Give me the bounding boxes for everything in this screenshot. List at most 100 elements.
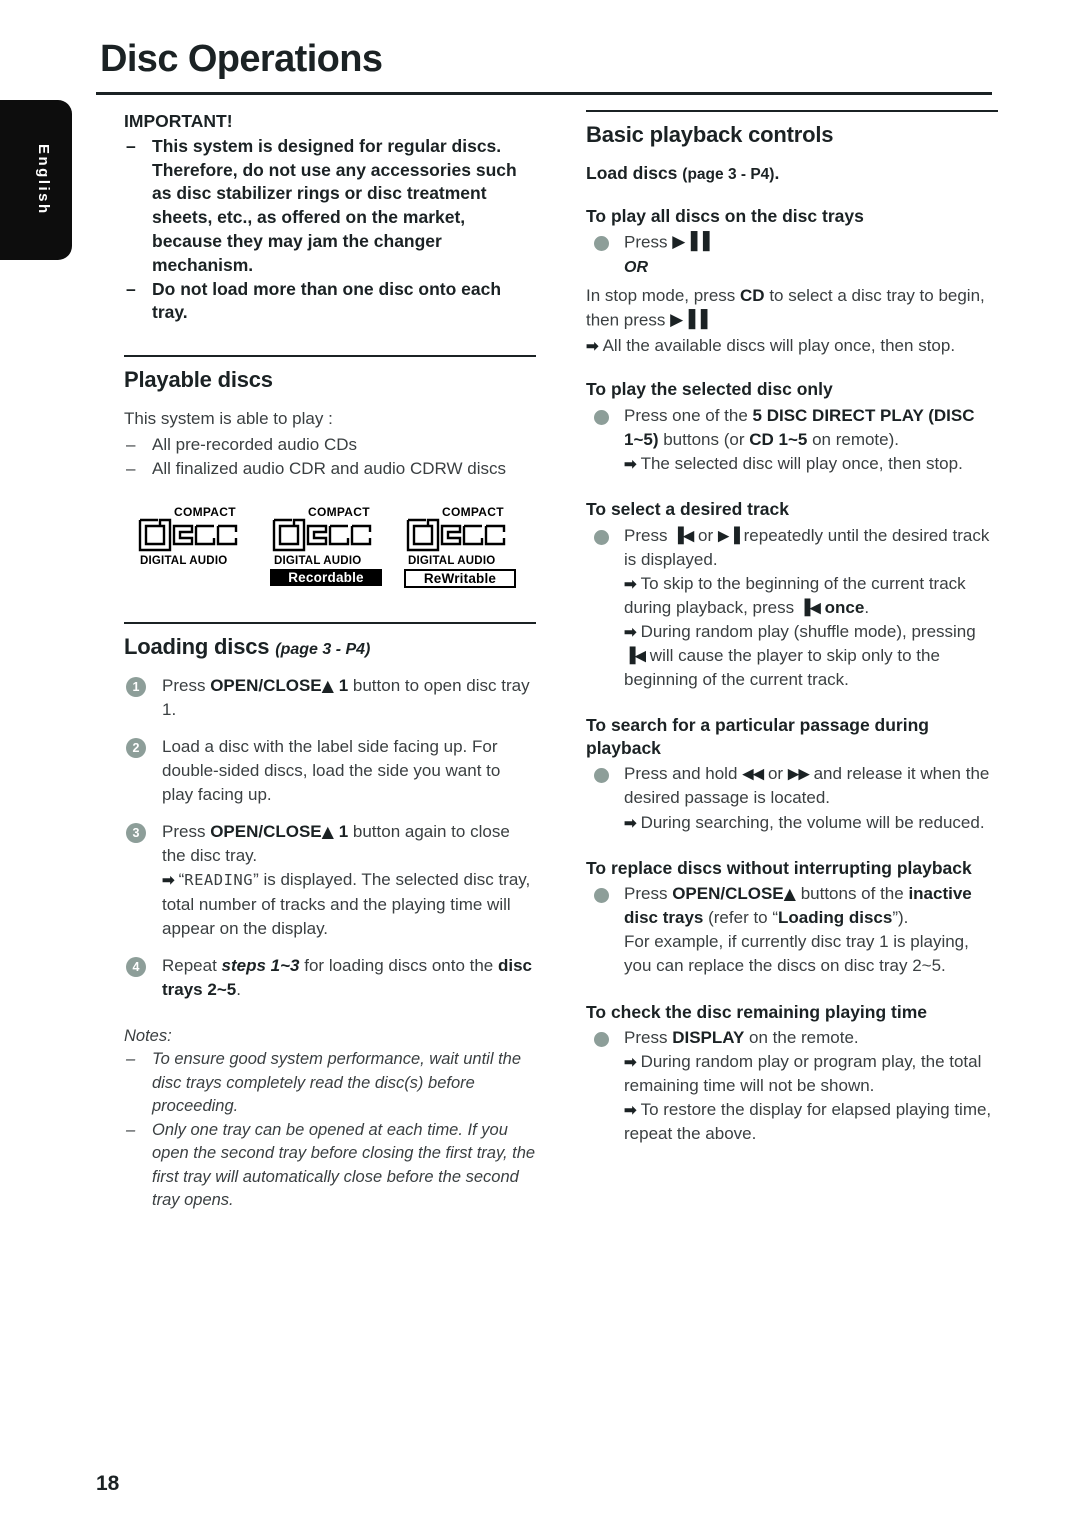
dash-marker: –: [126, 1050, 136, 1069]
notes-block: Notes: – To ensure good system performan…: [124, 1025, 536, 1212]
important-item-2-text: Do not load more than one disc onto each…: [152, 278, 502, 323]
step-3-tray-number: 1: [333, 822, 349, 842]
cd-logo-row: COMPACT DIGITAL AUDIO COMPACT DIGITAL AU…: [136, 504, 536, 588]
section-6-result-2-text: To restore the display for elapsed playi…: [624, 1100, 992, 1144]
cd-1-5-label: CD 1~5: [749, 429, 808, 449]
previous-track-icon: ▐◀: [672, 526, 694, 545]
display-readout: READING: [184, 871, 254, 890]
step-4-mid: for loading discs onto the: [299, 955, 498, 975]
section-remaining-time: To check the disc remaining playing time…: [586, 1001, 998, 1147]
section-4-result-text: During searching, the volume will be red…: [640, 812, 985, 832]
open-close-label: OPEN/CLOSE: [210, 822, 322, 842]
step-number: 1: [126, 676, 146, 697]
rewind-icon: ◀◀: [742, 764, 764, 783]
section-3-result-2-post: will cause the player to skip only to th…: [624, 646, 940, 690]
section-search-passage: To search for a particular passage durin…: [586, 714, 998, 834]
section-1-para-pre: In stop mode, press: [586, 285, 741, 305]
eject-icon: ▲: [321, 675, 334, 695]
bullet-icon: [594, 529, 609, 545]
previous-track-icon: ▐◀: [624, 646, 646, 665]
arrow-icon: ➡: [624, 1102, 637, 1120]
bullet-icon: [594, 236, 609, 252]
section-select-track: To select a desired track Press ▐◀ or ▶▐…: [586, 498, 998, 692]
playable-discs-block: Playable discs This system is able to pl…: [124, 355, 536, 588]
section-1-bullet: Press ▶▐▐ OR: [586, 230, 998, 279]
load-discs-tail: .: [774, 163, 780, 183]
arrow-icon: ➡: [624, 814, 637, 832]
section-5-bullet-mid: buttons of the: [795, 884, 909, 904]
section-3-once-label: once: [819, 597, 865, 617]
page-number: 18: [96, 1472, 120, 1495]
loading-step-3: 3 Press OPEN/CLOSE▲ 1 button again to cl…: [124, 820, 536, 941]
section-5-bullet-pre: Press: [624, 884, 673, 904]
step-1-pre: Press: [162, 675, 211, 695]
note-2: – Only one tray can be opened at each ti…: [124, 1119, 536, 1213]
language-tab: English: [0, 100, 72, 260]
section-2-bullet-post: on remote).: [807, 429, 899, 449]
step-number: 4: [126, 956, 146, 977]
dash-marker: –: [126, 435, 136, 455]
step-4-post: .: [236, 979, 241, 999]
section-6-result-1: ➡ During random play or program play, the…: [624, 1050, 998, 1098]
section-3-result-2: ➡ During random play (shuffle mode), pres…: [624, 620, 998, 692]
play-pause-icon: ▶▐▐: [670, 309, 707, 330]
svg-text:COMPACT: COMPACT: [174, 505, 236, 519]
loading-discs-heading-text: Loading discs: [124, 633, 270, 659]
loading-step-4: 4 Repeat steps 1~3 for loading discs ont…: [124, 954, 536, 1002]
section-2-bullet-pre: Press one of the: [624, 405, 753, 425]
section-4-bullet: Press and hold ◀◀ or ▶▶ and release it w…: [586, 762, 998, 834]
play-pause-icon: ▶▐▐: [672, 232, 709, 253]
section-1-heading: To play all discs on the disc trays: [586, 205, 864, 226]
section-3-bullet-pre: Press: [624, 525, 673, 545]
section-3-heading: To select a desired track: [586, 499, 789, 520]
playable-discs-item-1: – All pre-recorded audio CDs: [124, 433, 536, 457]
recordable-badge: Recordable: [270, 568, 382, 586]
dash-marker: –: [126, 278, 136, 299]
notes-label: Notes:: [124, 1027, 172, 1046]
section-5-bullet: Press OPEN/CLOSE▲ buttons of the inactiv…: [586, 882, 998, 979]
step-1-tray-number: 1: [333, 675, 349, 695]
dash-marker: –: [126, 135, 136, 156]
section-4-heading: To search for a particular passage durin…: [586, 715, 929, 758]
section-5-example: For example, if currently disc tray 1 is…: [624, 932, 969, 976]
page-title: Disc Operations: [100, 38, 383, 80]
section-divider: [586, 110, 998, 112]
section-5-bullet-mid2: (refer to “: [703, 908, 779, 928]
note-1: – To ensure good system performance, wai…: [124, 1048, 536, 1118]
arrow-icon: ➡: [624, 1054, 637, 1072]
compact-disc-digital-audio-icon: COMPACT DIGITAL AUDIO: [136, 504, 248, 588]
section-play-selected-disc: To play the selected disc only Press one…: [586, 378, 998, 476]
section-6-bullet: Press DISPLAY on the remote. ➡ During ran…: [586, 1026, 998, 1147]
compact-disc-recordable-icon: COMPACT DIGITAL AUDIO Recordable: [270, 504, 382, 588]
cd-button-label: CD: [740, 285, 765, 305]
section-5-bullet-post: ”).: [892, 908, 909, 928]
section-6-result-2: ➡ To restore the display for elapsed play…: [624, 1098, 998, 1146]
section-2-result-text: The selected disc will play once, then s…: [640, 454, 963, 474]
section-1-paragraph: In stop mode, press CD to select a disc …: [586, 284, 998, 333]
important-block: IMPORTANT! – This system is designed for…: [124, 110, 536, 325]
svg-text:DIGITAL AUDIO: DIGITAL AUDIO: [408, 555, 495, 567]
note-1-text: To ensure good system performance, wait …: [152, 1050, 522, 1116]
arrow-icon: ➡: [162, 872, 175, 890]
step-4-steps-ref: steps 1~3: [221, 955, 300, 975]
loading-discs-block: Loading discs (page 3 - P4) 1 Press OPEN…: [124, 621, 536, 1213]
bullet-icon: [594, 768, 609, 784]
step-3-pre: Press: [162, 822, 211, 842]
bullet-icon: [594, 409, 609, 425]
section-1-result: ➡ All the available discs will play once,…: [586, 334, 998, 358]
note-2-text: Only one tray can be opened at each time…: [152, 1120, 536, 1209]
next-track-icon: ▶▐: [717, 526, 740, 545]
svg-text:DIGITAL AUDIO: DIGITAL AUDIO: [274, 555, 361, 567]
playable-discs-item-2-text: All finalized audio CDR and audio CDRW d…: [152, 459, 507, 479]
svg-text:COMPACT: COMPACT: [308, 505, 370, 519]
section-divider: [124, 355, 536, 358]
load-discs-ref: (page 3 - P4): [682, 166, 775, 183]
step-2-text: Load a disc with the label side facing u…: [162, 736, 501, 805]
left-column: IMPORTANT! – This system is designed for…: [124, 110, 536, 1212]
important-heading: IMPORTANT!: [124, 111, 233, 131]
section-4-bullet-pre: Press and hold: [624, 764, 743, 784]
section-3-bullet-mid: or: [693, 525, 718, 545]
dash-marker: –: [126, 1120, 136, 1139]
arrow-icon: ➡: [624, 575, 637, 593]
bullet-icon: [594, 1031, 609, 1047]
